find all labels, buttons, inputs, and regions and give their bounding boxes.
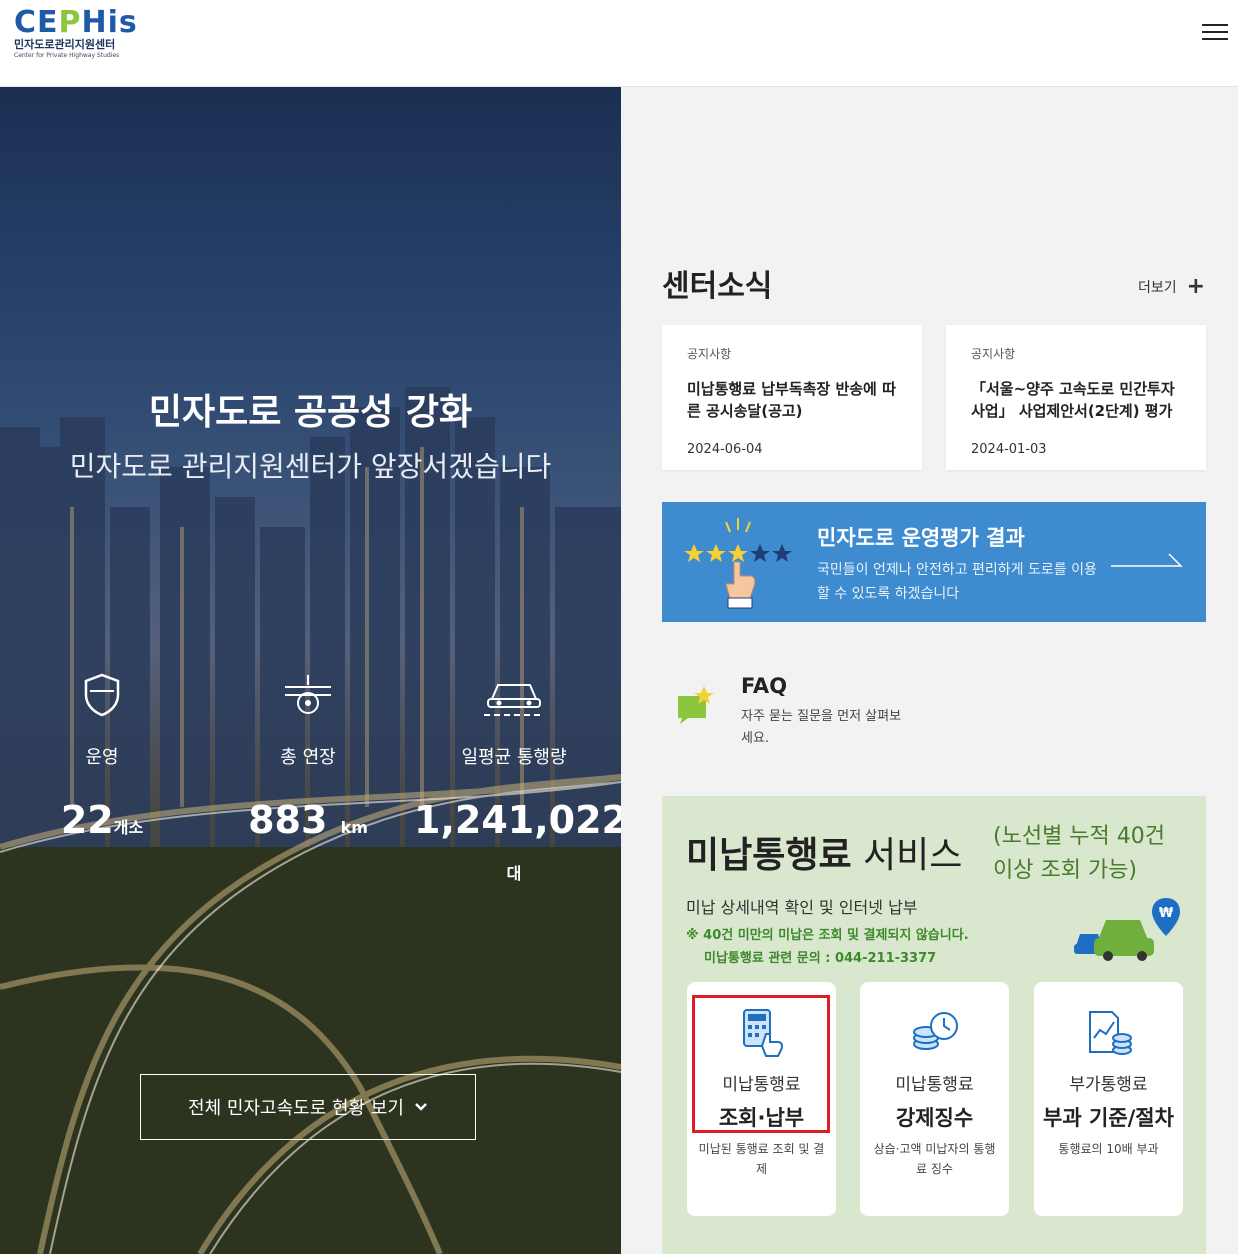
logo-korean-name: 민자도로관리지원센터 xyxy=(14,38,116,51)
service-line2: 부과 기준/절차 xyxy=(1043,1106,1174,1130)
news-card[interactable]: 공지사항 「서울~양주 고속도로 민간투자사업」 사업제안서(2단계) 평가위원… xyxy=(946,325,1206,470)
service-line1: 미납통행료 xyxy=(895,1075,974,1095)
service-description: 상습·고액 미납자의 통행료 징수 xyxy=(873,1142,996,1176)
stat-label: 운영 xyxy=(85,747,119,768)
road-length-icon xyxy=(208,673,408,717)
unpaid-service-note: (노선별 누적 40건 이상 조회 가능) xyxy=(993,824,1166,883)
news-card[interactable]: 공지사항 미납통행료 납부독촉장 반송에 따른 공시송달(공고) 2024-06… xyxy=(662,325,922,470)
logo-english-name: Center for Private Highway Studies xyxy=(14,52,120,59)
stat-length: 총 연장 883 km xyxy=(208,673,408,851)
news-more-link[interactable]: 더보기 + xyxy=(1138,274,1205,299)
document-coins-icon xyxy=(1034,1008,1183,1058)
faq-title: FAQ xyxy=(741,674,788,698)
unpaid-service-description: 미납 상세내역 확인 및 인터넷 납부 xyxy=(686,898,918,917)
news-date: 2024-06-04 xyxy=(687,442,763,457)
chat-bubble-star-icon xyxy=(678,686,714,724)
evaluation-results-banner[interactable]: 민자도로 운영평가 결과 국민들이 언제나 안전하고 편리하게 도로를 이용할 … xyxy=(662,502,1206,622)
service-card-forced-collection[interactable]: 미납통행료 강제징수 상습·고액 미납자의 통행료 징수 xyxy=(860,982,1009,1216)
car-won-pin-icon: ₩ xyxy=(1074,898,1180,961)
hero-title: 민자도로 공공성 강화 xyxy=(148,392,473,433)
news-category: 공지사항 xyxy=(687,347,732,361)
stat-label: 일평균 통행량 xyxy=(461,747,567,768)
hero-banner: 민자도로 공공성 강화 민자도로 관리지원센터가 앞장서겠습니다 운영 22개소… xyxy=(0,87,621,1254)
faq-link[interactable]: FAQ 자주 묻는 질문을 먼저 살펴보세요. xyxy=(662,662,962,752)
site-logo[interactable]: CEPHis 민자도로관리지원센터 Center for Private Hig… xyxy=(14,8,144,64)
logo-wordmark: CEPHis xyxy=(14,5,138,40)
news-section-title: 센터소식 xyxy=(662,269,773,304)
site-header: CEPHis 민자도로관리지원센터 Center for Private Hig… xyxy=(0,0,1238,87)
view-all-highways-label: 전체 민자고속도로 현황 보기 xyxy=(188,1098,404,1119)
chevron-down-icon xyxy=(415,1103,427,1111)
stat-label: 총 연장 xyxy=(280,747,336,768)
more-label: 더보기 xyxy=(1138,279,1177,296)
unpaid-warning: ※ 40건 미만의 미납은 조회 및 결제되지 않습니다. 미납통행료 관련 문… xyxy=(686,928,969,966)
stat-traffic: 일평균 통행량 1,241,022 대 xyxy=(414,673,621,897)
service-card-surcharge-criteria[interactable]: 부가통행료 부과 기준/절차 통행료의 10배 부과 xyxy=(1034,982,1183,1216)
news-category: 공지사항 xyxy=(971,347,1016,361)
svg-text:₩: ₩ xyxy=(1159,906,1174,921)
plus-icon: + xyxy=(1186,274,1206,299)
service-description: 미납된 통행료 조회 및 결제 xyxy=(698,1142,825,1176)
stat-value: 883 km xyxy=(248,798,368,842)
news-date: 2024-01-03 xyxy=(971,442,1047,457)
service-line1: 부가통행료 xyxy=(1069,1075,1148,1095)
news-headline: 미납통행료 납부독촉장 반송에 따른 공시송달(공고) xyxy=(687,380,896,420)
hamburger-menu-icon[interactable] xyxy=(1202,24,1228,44)
star-rating-hand-icon xyxy=(684,518,792,609)
stat-operation: 운영 22개소 xyxy=(2,673,202,851)
car-traffic-icon xyxy=(414,673,614,717)
highlight-box xyxy=(692,995,830,1133)
shield-road-icon xyxy=(2,673,202,717)
hero-subtitle: 민자도로 관리지원센터가 앞장서겠습니다 xyxy=(69,450,552,483)
stat-value: 1,241,022 대 xyxy=(414,798,621,883)
view-all-highways-button[interactable]: 전체 민자고속도로 현황 보기 xyxy=(140,1074,476,1140)
service-line2: 강제징수 xyxy=(895,1106,974,1130)
coins-clock-icon xyxy=(860,1008,1009,1058)
unpaid-toll-service-section: 미납통행료 서비스 (노선별 누적 40건 이상 조회 가능) 미납 상세내역 … xyxy=(662,796,1206,1254)
faq-description: 자주 묻는 질문을 먼저 살펴보세요. xyxy=(741,709,902,746)
service-description: 통행료의 10배 부과 xyxy=(1058,1142,1159,1156)
news-headline: 「서울~양주 고속도로 민간투자사업」 사업제안서(2단계) 평가위원... xyxy=(971,380,1175,420)
stat-value: 22개소 xyxy=(60,798,144,842)
evaluation-title: 민자도로 운영평가 결과 xyxy=(817,526,1025,550)
evaluation-description: 국민들이 언제나 안전하고 편리하게 도로를 이용할 수 있도록 하겠습니다 xyxy=(817,562,1097,602)
right-panel: 센터소식 더보기 + 공지사항 미납통행료 납부독촉장 반송에 따른 공시송달(… xyxy=(621,87,1238,1254)
unpaid-service-title: 미납통행료 서비스 xyxy=(686,835,963,876)
arrow-right-icon xyxy=(1111,553,1183,567)
